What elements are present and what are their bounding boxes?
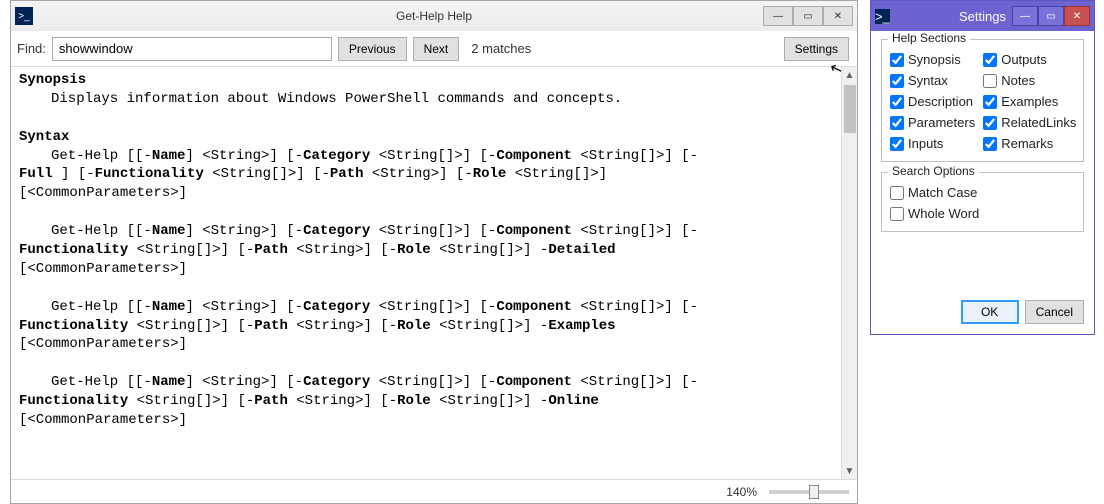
syntax-block-examples: Get-Help [[-Name] <String>] [-Category <… (19, 298, 833, 355)
section-checkbox-description[interactable]: Description (890, 94, 975, 109)
settings-titlebar: >_ Settings — ▭ ✕ (871, 1, 1094, 31)
syntax-block-full: Get-Help [[-Name] <String>] [-Category <… (19, 147, 833, 204)
checkbox-label: Inputs (908, 136, 943, 151)
scroll-down-arrow-icon[interactable]: ▼ (842, 463, 857, 479)
section-checkbox-remarks[interactable]: Remarks (983, 136, 1076, 151)
section-checkbox-parameters[interactable]: Parameters (890, 115, 975, 130)
help-window-title: Get-Help Help (396, 9, 472, 23)
checkbox-description[interactable] (890, 95, 904, 109)
checkbox-syntax[interactable] (890, 74, 904, 88)
checkbox-label: Match Case (908, 185, 977, 200)
scroll-up-arrow-icon[interactable]: ▲ (842, 67, 857, 83)
synopsis-heading: Synopsis (19, 71, 833, 90)
checkbox-label: Description (908, 94, 973, 109)
checkbox-inputs[interactable] (890, 137, 904, 151)
checkbox-match-case[interactable] (890, 186, 904, 200)
match-count: 2 matches (471, 41, 531, 56)
checkbox-examples[interactable] (983, 95, 997, 109)
help-sections-title: Help Sections (888, 31, 970, 45)
settings-close-button[interactable]: ✕ (1064, 6, 1090, 26)
checkbox-label: Remarks (1001, 136, 1053, 151)
section-checkbox-examples[interactable]: Examples (983, 94, 1076, 109)
section-checkbox-synopsis[interactable]: Synopsis (890, 52, 975, 67)
ok-button[interactable]: OK (961, 300, 1019, 324)
minimize-button[interactable]: — (763, 6, 793, 26)
checkbox-whole-word[interactable] (890, 207, 904, 221)
checkbox-remarks[interactable] (983, 137, 997, 151)
checkbox-label: Parameters (908, 115, 975, 130)
help-titlebar: >_ Get-Help Help — ▭ ✕ (11, 1, 857, 31)
search-option-whole-word[interactable]: Whole Word (890, 206, 1075, 221)
help-sections-group: Help Sections SynopsisOutputsSyntaxNotes… (881, 39, 1084, 162)
find-label: Find: (17, 41, 46, 56)
help-sections-grid: Synopsis Outputs Syntax Notes Description Exa… (890, 52, 1075, 151)
syntax-block-detailed: Get-Help [[-Name] <String>] [-Category <… (19, 222, 833, 279)
help-content: Synopsis Displays information about Wind… (11, 67, 841, 479)
syntax-heading: Syntax (19, 128, 833, 147)
zoom-level: 140% (726, 485, 757, 499)
checkbox-label: Outputs (1001, 52, 1047, 67)
checkbox-outputs[interactable] (983, 53, 997, 67)
settings-window-controls: — ▭ ✕ (1012, 6, 1090, 26)
checkbox-synopsis[interactable] (890, 53, 904, 67)
checkbox-label: Syntax (908, 73, 948, 88)
checkbox-label: RelatedLinks (1001, 115, 1076, 130)
synopsis-text: Displays information about Windows Power… (51, 90, 833, 109)
settings-body: Help Sections Synopsis Outputs Syntax Notes… (871, 31, 1094, 294)
powershell-icon: >_ (875, 9, 890, 24)
settings-window-title: Settings (959, 9, 1006, 24)
checkbox-label: Examples (1001, 94, 1058, 109)
syntax-block-online: Get-Help [[-Name] <String>] [-Category <… (19, 373, 833, 430)
settings-window: >_ Settings — ▭ ✕ Help Sections Synopsis… (870, 0, 1095, 335)
section-checkbox-relatedlinks[interactable]: RelatedLinks (983, 115, 1076, 130)
section-checkbox-outputs[interactable]: Outputs (983, 52, 1076, 67)
powershell-icon: >_ (15, 7, 33, 25)
find-input[interactable] (52, 37, 332, 61)
search-options-title: Search Options (888, 164, 979, 178)
section-checkbox-syntax[interactable]: Syntax (890, 73, 975, 88)
checkbox-label: Notes (1001, 73, 1035, 88)
checkbox-label: Synopsis (908, 52, 961, 67)
search-option-match-case[interactable]: Match Case (890, 185, 1075, 200)
settings-button[interactable]: Settings (784, 37, 849, 61)
help-content-area: Synopsis Displays information about Wind… (11, 67, 857, 479)
settings-minimize-button[interactable]: — (1012, 6, 1038, 26)
checkbox-relatedlinks[interactable] (983, 116, 997, 130)
checkbox-parameters[interactable] (890, 116, 904, 130)
cancel-button[interactable]: Cancel (1025, 300, 1084, 324)
checkbox-notes[interactable] (983, 74, 997, 88)
vertical-scrollbar[interactable]: ▲ ▼ (841, 67, 857, 479)
close-button[interactable]: ✕ (823, 6, 853, 26)
checkbox-label: Whole Word (908, 206, 979, 221)
scroll-thumb[interactable] (844, 85, 856, 133)
settings-button-row: OK Cancel (871, 294, 1094, 334)
section-checkbox-notes[interactable]: Notes (983, 73, 1076, 88)
search-options-group: Search Options Match CaseWhole Word (881, 172, 1084, 232)
search-options-list: Match Case Whole Word (890, 185, 1075, 221)
section-checkbox-inputs[interactable]: Inputs (890, 136, 975, 151)
settings-maximize-button[interactable]: ▭ (1038, 6, 1064, 26)
maximize-button[interactable]: ▭ (793, 6, 823, 26)
previous-button[interactable]: Previous (338, 37, 407, 61)
zoom-slider-thumb[interactable] (809, 485, 819, 499)
next-button[interactable]: Next (413, 37, 460, 61)
help-window: >_ Get-Help Help — ▭ ✕ Find: Previous Ne… (10, 0, 858, 504)
window-controls: — ▭ ✕ (763, 6, 853, 26)
zoom-slider[interactable] (769, 490, 849, 494)
status-bar: 140% (11, 479, 857, 503)
find-bar: Find: Previous Next 2 matches Settings (11, 31, 857, 67)
